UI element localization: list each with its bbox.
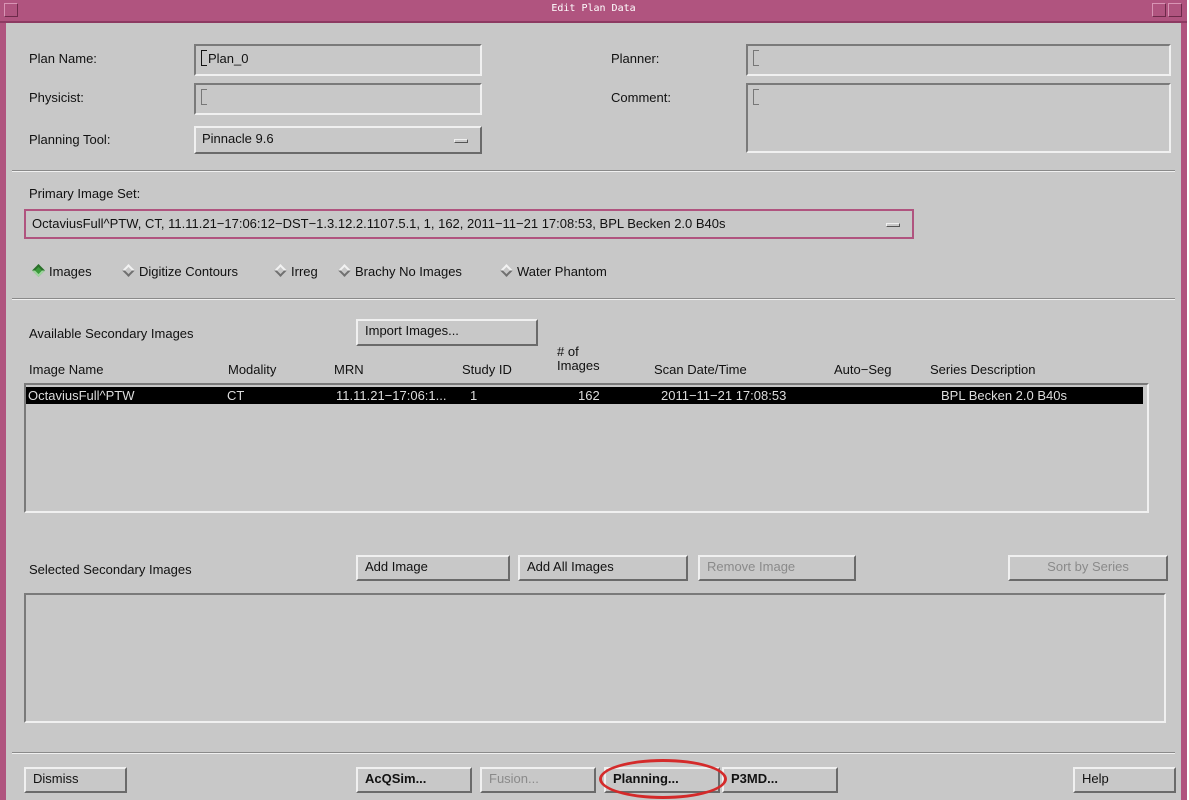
radio-icon: [274, 264, 287, 277]
radio-icon: [500, 264, 513, 277]
comment-label: Comment:: [611, 90, 671, 105]
plan-name-label: Plan Name:: [29, 51, 97, 66]
primary-image-set-select[interactable]: OctaviusFull^PTW, CT, 11.11.21−17:06:12−…: [24, 209, 914, 239]
option-menu-icon: [454, 139, 468, 143]
remove-image-button[interactable]: Remove Image: [698, 555, 856, 581]
physicist-label: Physicist:: [29, 90, 84, 105]
p3md-button[interactable]: P3MD...: [722, 767, 838, 793]
available-images-list[interactable]: OctaviusFull^PTW CT 11.11.21−17:06:1... …: [24, 383, 1149, 513]
mode-label: Images: [49, 264, 92, 279]
planning-tool-label: Planning Tool:: [29, 132, 111, 147]
import-images-button[interactable]: Import Images...: [356, 319, 538, 346]
radio-icon: [122, 264, 135, 277]
planning-tool-select[interactable]: Pinnacle 9.6: [194, 126, 482, 154]
radio-icon: [338, 264, 351, 277]
mode-radio-brachy-no-images[interactable]: Brachy No Images: [336, 264, 462, 279]
mode-label: Digitize Contours: [139, 264, 238, 279]
mode-label: Brachy No Images: [355, 264, 462, 279]
column-header-study-id: Study ID: [462, 362, 512, 377]
separator: [12, 752, 1175, 754]
primary-image-set-value: OctaviusFull^PTW, CT, 11.11.21−17:06:12−…: [32, 216, 726, 231]
text-cursor-icon: [753, 50, 759, 66]
text-cursor-icon: [201, 89, 207, 105]
separator: [12, 170, 1175, 172]
column-header-auto-seg: Auto−Seg: [834, 362, 892, 377]
column-header-scan-date-time: Scan Date/Time: [654, 362, 747, 377]
edit-plan-data-window: Edit Plan Data Plan Name: Plan_0 Physici…: [0, 0, 1187, 800]
column-header-mrn: MRN: [334, 362, 364, 377]
column-header-series-description: Series Description: [930, 362, 1036, 377]
comment-field[interactable]: [746, 83, 1171, 153]
column-header-image-name: Image Name: [29, 362, 104, 377]
maximize-icon[interactable]: [1168, 3, 1182, 17]
plan-name-value: Plan_0: [208, 51, 249, 66]
selected-images-list[interactable]: [24, 593, 1166, 723]
available-secondary-images-label: Available Secondary Images: [29, 326, 194, 341]
cell-mrn: 11.11.21−17:06:1...: [336, 388, 447, 403]
planner-field[interactable]: [746, 44, 1171, 76]
planning-highlight-annotation: [599, 759, 727, 799]
mode-label: Water Phantom: [517, 264, 607, 279]
option-menu-icon: [886, 223, 900, 227]
add-image-button[interactable]: Add Image: [356, 555, 510, 581]
mode-radio-water-phantom[interactable]: Water Phantom: [498, 264, 607, 279]
mode-label: Irreg: [291, 264, 318, 279]
acqsim-button[interactable]: AcQSim...: [356, 767, 472, 793]
mode-radio-irreg[interactable]: Irreg: [272, 264, 318, 279]
column-header-num-images: # of Images: [557, 344, 600, 373]
cell-modality: CT: [227, 388, 245, 403]
add-all-images-button[interactable]: Add All Images: [518, 555, 688, 581]
mode-radio-images[interactable]: Images: [30, 264, 92, 279]
separator: [12, 298, 1175, 300]
cell-image-name: OctaviusFull^PTW: [28, 388, 135, 403]
mode-radio-digitize-contours[interactable]: Digitize Contours: [120, 264, 238, 279]
planner-label: Planner:: [611, 51, 660, 66]
column-header-modality: Modality: [228, 362, 277, 377]
planning-tool-value: Pinnacle 9.6: [202, 131, 274, 146]
text-cursor-icon: [201, 50, 207, 66]
selected-secondary-images-label: Selected Secondary Images: [29, 562, 192, 577]
cell-scan-date-time: 2011−11−21 17:08:53: [661, 388, 787, 403]
table-row[interactable]: OctaviusFull^PTW CT 11.11.21−17:06:1... …: [26, 387, 1143, 404]
fusion-button[interactable]: Fusion...: [480, 767, 596, 793]
cell-num-images: 162: [578, 388, 600, 403]
cell-series-description: BPL Becken 2.0 B40s: [941, 388, 1067, 403]
help-button[interactable]: Help: [1073, 767, 1176, 793]
minimize-icon[interactable]: [1152, 3, 1166, 17]
primary-image-set-label: Primary Image Set:: [29, 186, 141, 201]
title-bar[interactable]: Edit Plan Data: [0, 0, 1187, 23]
sort-by-series-button[interactable]: Sort by Series: [1008, 555, 1168, 581]
dismiss-button[interactable]: Dismiss: [24, 767, 127, 793]
physicist-field[interactable]: [194, 83, 482, 115]
cell-study-id: 1: [470, 388, 478, 403]
radio-selected-icon: [32, 264, 45, 277]
text-cursor-icon: [753, 89, 759, 105]
window-title: Edit Plan Data: [551, 3, 636, 14]
plan-name-field[interactable]: Plan_0: [194, 44, 482, 76]
